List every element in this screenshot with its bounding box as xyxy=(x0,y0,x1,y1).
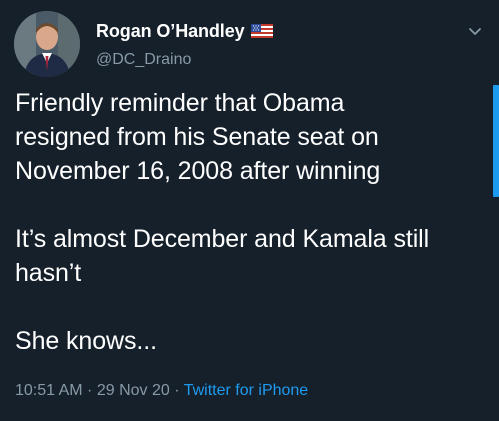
meta-separator: · xyxy=(169,382,184,399)
tweet-date[interactable]: 29 Nov 20 xyxy=(97,382,170,399)
tweet-meta: 10:51 AM · 29 Nov 20 · Twitter for iPhon… xyxy=(15,382,308,400)
avatar[interactable] xyxy=(14,11,80,77)
us-flag-icon xyxy=(250,24,273,38)
display-name[interactable]: Rogan O’Handley xyxy=(96,21,245,42)
tweet-text: Friendly reminder that Obama resigned fr… xyxy=(15,89,430,355)
meta-separator: · xyxy=(82,382,97,399)
tweet-time[interactable]: 10:51 AM xyxy=(15,382,83,399)
chevron-down-icon[interactable] xyxy=(466,25,484,39)
tweet-source-link[interactable]: Twitter for iPhone xyxy=(184,382,309,399)
tweet-card: Rogan O’Handley @DC_Draino Friendly remi… xyxy=(0,0,499,421)
avatar-image xyxy=(14,11,80,77)
author-name-row[interactable]: Rogan O’Handley xyxy=(96,19,273,43)
scroll-indicator xyxy=(493,85,499,197)
user-handle[interactable]: @DC_Draino xyxy=(96,51,191,69)
